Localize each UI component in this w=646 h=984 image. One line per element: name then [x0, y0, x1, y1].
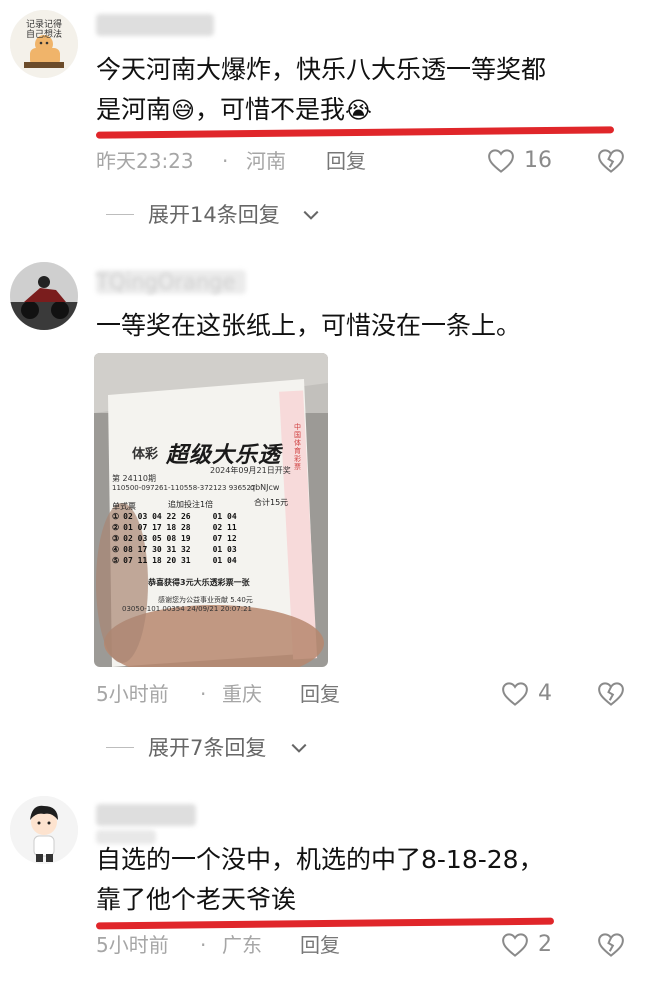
- heart-like-icon[interactable]: [500, 930, 530, 960]
- comment-location: 广东: [222, 933, 262, 957]
- like-count: 2: [538, 932, 552, 957]
- comment-line: 自选的一个没中，机选的中了8-18-28，: [96, 845, 544, 874]
- comment-time: 5小时前: [96, 933, 169, 957]
- comment-line: 靠了他个老天爷诶: [96, 885, 297, 914]
- username-redacted[interactable]: [96, 804, 246, 844]
- comment-3: 自选的一个没中，机选的中了8-18-28， 靠了他个老天爷诶 5小时前 · 广东…: [0, 0, 646, 984]
- cartoon-boy-icon: [10, 796, 78, 864]
- user-avatar[interactable]: [10, 796, 78, 864]
- meta-separator: ·: [200, 933, 207, 957]
- comment-text: 自选的一个没中，机选的中了8-18-28， 靠了他个老天爷诶: [96, 840, 616, 920]
- reply-button[interactable]: 回复: [300, 928, 340, 962]
- comment-meta: 5小时前 · 广东 回复 2: [96, 928, 636, 962]
- broken-heart-icon[interactable]: [596, 930, 626, 960]
